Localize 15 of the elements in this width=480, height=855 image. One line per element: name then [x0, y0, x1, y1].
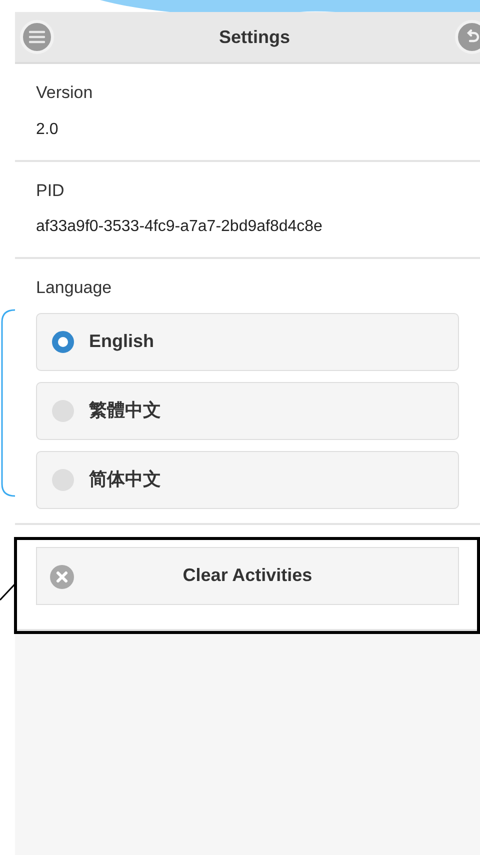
section-label: Language	[36, 277, 113, 299]
field-label: Version	[36, 82, 94, 104]
language-option[interactable]: English	[36, 312, 459, 370]
screen-title: Settings	[218, 26, 290, 49]
field-label: PID	[36, 180, 66, 202]
radio-selected[interactable]	[52, 330, 74, 352]
field-value: 2.0	[36, 120, 60, 140]
leader-line	[0, 583, 15, 601]
clear-activities-button[interactable]: Clear Activities	[36, 546, 459, 604]
language-option[interactable]: 繁體中文	[36, 382, 459, 440]
menu-icon[interactable]	[20, 20, 54, 54]
language-option[interactable]: 简体中文	[36, 450, 459, 508]
field-value: af33a9f0-3533-4fc9-a7a7-2bd9af8d4c8e	[36, 217, 324, 237]
back-icon[interactable]	[454, 20, 480, 54]
close-icon	[50, 564, 74, 588]
